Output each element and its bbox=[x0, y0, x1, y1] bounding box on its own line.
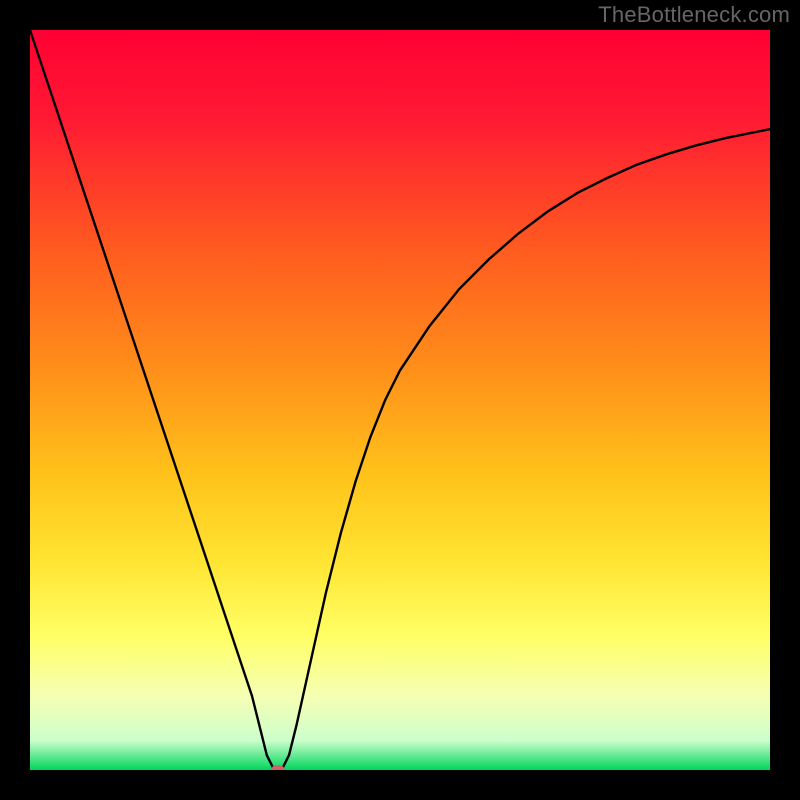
chart-svg bbox=[30, 30, 770, 770]
watermark-label: TheBottleneck.com bbox=[598, 2, 790, 28]
chart-background bbox=[30, 30, 770, 770]
chart-frame: TheBottleneck.com bbox=[0, 0, 800, 800]
chart-plot-area bbox=[30, 30, 770, 770]
